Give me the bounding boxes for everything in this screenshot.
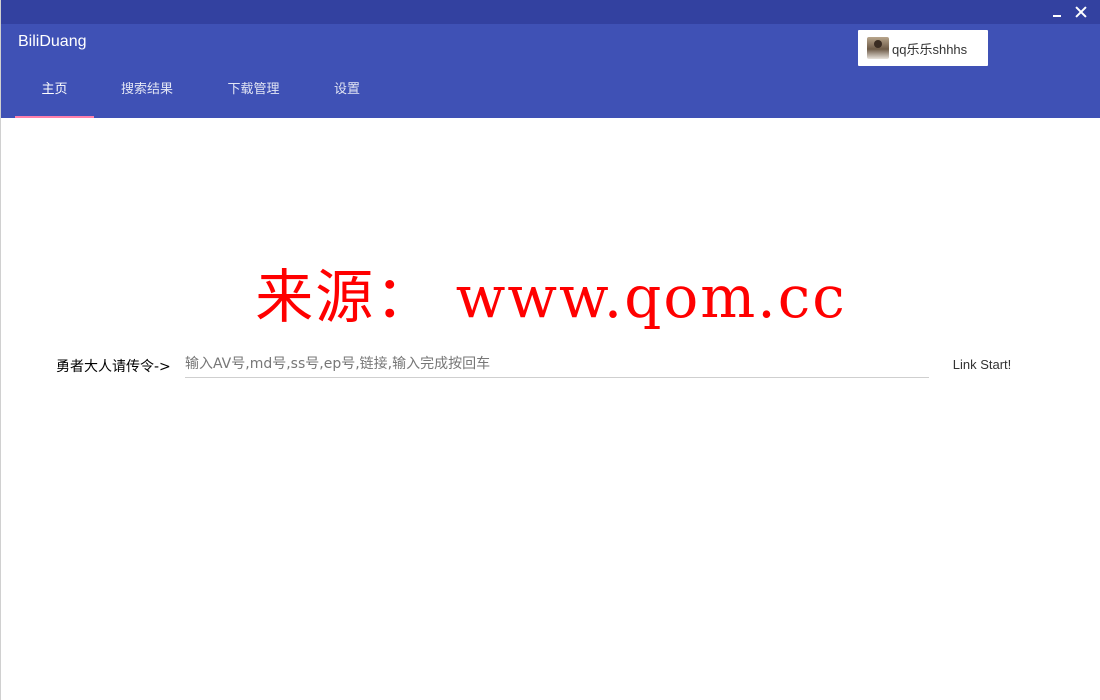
tab-settings[interactable]: 设置 [307,70,387,118]
minimize-icon [1053,15,1061,17]
tab-search-results[interactable]: 搜索结果 [94,70,200,118]
app-title: BiliDuang [18,33,87,50]
command-input[interactable] [185,350,929,378]
tab-label: 设置 [333,82,360,97]
tab-label: 搜索结果 [120,82,173,97]
tab-download-manager[interactable]: 下载管理 [200,70,307,118]
user-account-button[interactable]: qq乐乐shhhs [858,30,988,66]
app-header: BiliDuang qq乐乐shhhs 主页 搜索结果 下载管理 设置 [1,24,1100,118]
tab-home[interactable]: 主页 [15,70,94,118]
system-title-bar [1,0,1100,24]
avatar [867,37,889,59]
tab-label: 主页 [41,82,68,97]
username-label: qq乐乐shhhs [892,41,968,57]
link-start-button[interactable]: Link Start! [941,350,1023,378]
tab-label: 下载管理 [227,82,280,97]
watermark-text: 来源： www.qom.cc [255,263,847,331]
close-button[interactable] [1071,2,1091,22]
minimize-button[interactable] [1047,2,1067,22]
command-label: 勇者大人请传令-> [56,359,171,375]
active-tab-indicator [15,116,94,118]
main-tabs: 主页 搜索结果 下载管理 设置 [15,70,387,118]
close-icon [1075,6,1087,18]
app-window: BiliDuang qq乐乐shhhs 主页 搜索结果 下载管理 设置 来源： … [0,0,1100,700]
